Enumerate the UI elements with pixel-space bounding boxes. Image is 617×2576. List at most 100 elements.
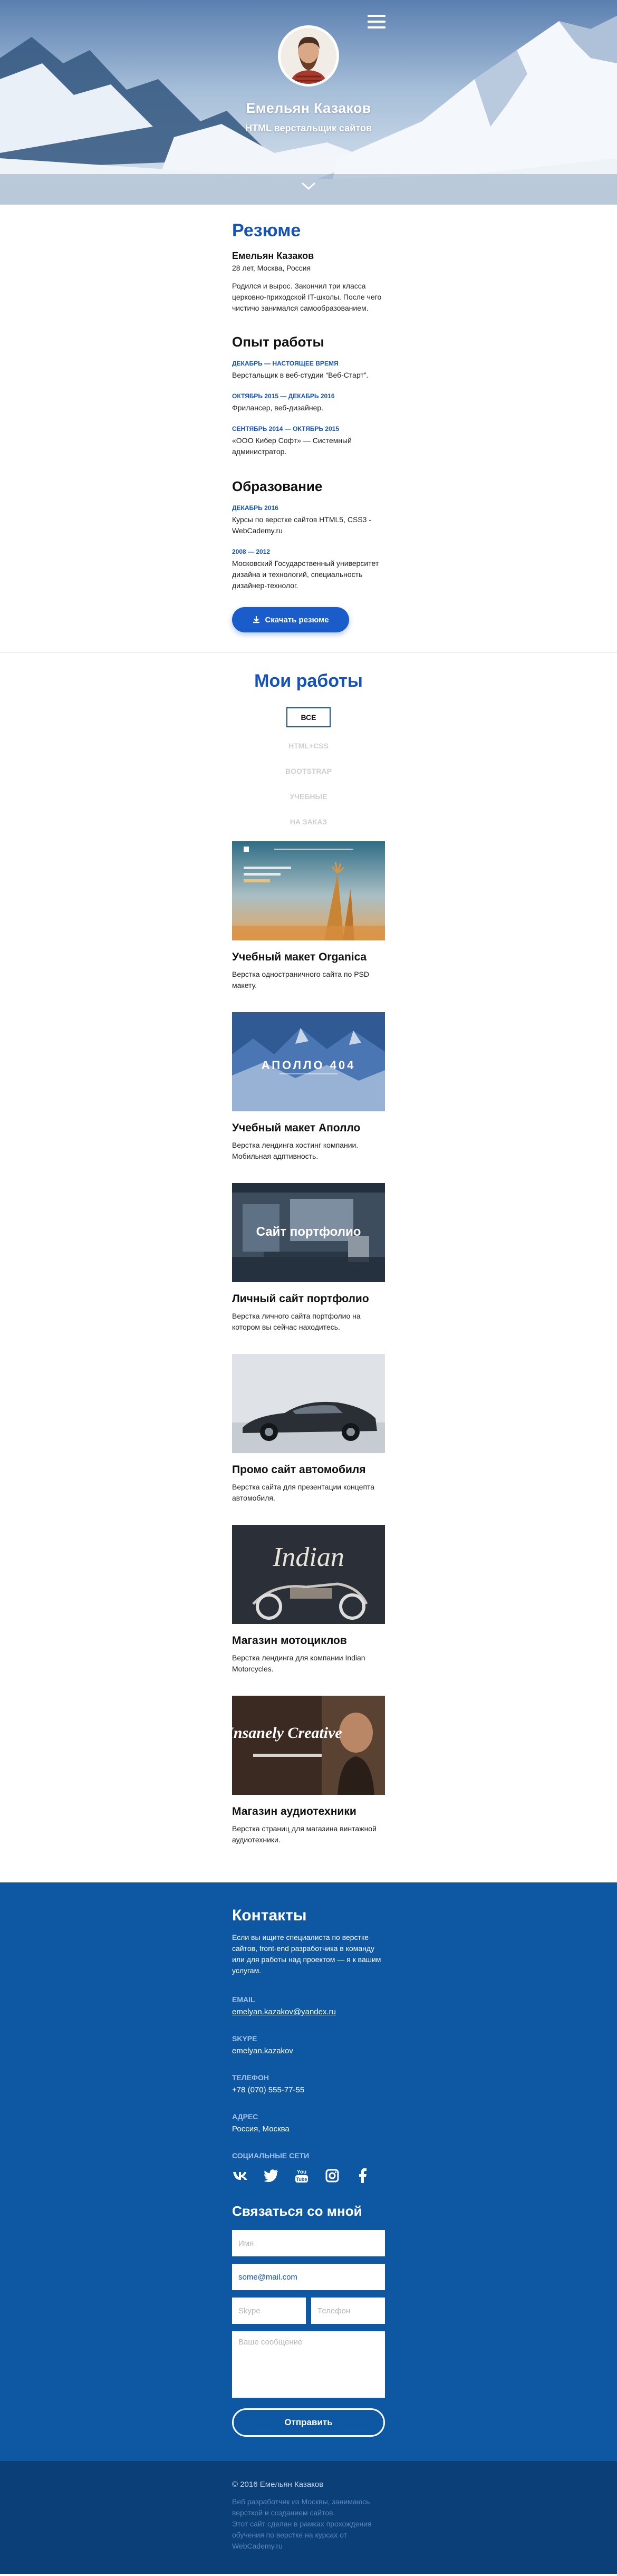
footer-line-2: Этот сайт сделан в рамках прохождения об…: [232, 2520, 372, 2539]
chevron-down-icon[interactable]: [301, 182, 316, 190]
portfolio-image-text: Сайт портфолио: [256, 1225, 361, 1239]
work-card: Insanely Creative Магазин аудиотехники В…: [232, 1696, 385, 1846]
education-date: ДЕКАБРЬ 2016: [232, 504, 278, 512]
work-card: Учебный макет Organica Верстка одностран…: [232, 841, 385, 991]
work-description: Верстка личного сайта портфолио на котор…: [232, 1312, 361, 1331]
hero-subtitle: HTML верстальщик сайтов: [245, 123, 372, 133]
experience-title: Опыт работы: [232, 334, 324, 350]
resume-title: Резюме: [232, 220, 301, 241]
download-resume-label: Скачать резюме: [265, 615, 329, 624]
work-card: Indian Магазин мотоциклов Верстка лендин…: [232, 1525, 385, 1675]
youtube-icon[interactable]: You Tube: [293, 2167, 310, 2184]
contact-form-title: Связаться со мной: [232, 2203, 362, 2219]
apollo-image-text: АПОЛЛО 404: [262, 1059, 356, 1072]
menu-icon[interactable]: [368, 15, 385, 28]
work-title: Учебный макет Organica: [232, 951, 367, 963]
avatar: [278, 25, 339, 86]
message-textarea[interactable]: [232, 2331, 385, 2398]
work-card: Промо сайт автомобиля Верстка сайта для …: [232, 1354, 385, 1504]
hero-name: Емельян Казаков: [246, 100, 371, 116]
education-text: Московский Государственный университет д…: [232, 559, 379, 590]
experience-item: ОКТЯБРЬ 2015 — ДЕКАБРЬ 2016 Фрилансер, в…: [232, 392, 385, 414]
indian-image-text: Indian: [272, 1542, 344, 1572]
experience-date: ОКТЯБРЬ 2015 — ДЕКАБРЬ 2016: [232, 392, 335, 400]
work-title: Учебный макет Аполло: [232, 1122, 361, 1134]
footer: © 2016 Емельян Казаков Веб разработчик и…: [0, 2461, 617, 2574]
work-title: Магазин аудиотехники: [232, 1805, 356, 1818]
email-input[interactable]: [232, 2264, 385, 2290]
social-label: СОЦИАЛЬНЫЕ СЕТИ: [232, 2151, 310, 2160]
works-title: Мои работы: [254, 671, 363, 691]
work-description: Верстка лендинга для компании Indian Mot…: [232, 1654, 365, 1673]
experience-item: ДЕКАБРЬ — НАСТОЯЩЕЕ ВРЕМЯ Верстальщик в …: [232, 360, 385, 381]
experience-text: «ООО Кибер Софт» — Системный администрат…: [232, 436, 352, 456]
facebook-icon[interactable]: [354, 2167, 371, 2184]
skype-input[interactable]: [232, 2298, 306, 2324]
twitter-icon[interactable]: [263, 2167, 279, 2184]
work-thumbnail-portfolio[interactable]: Сайт портфолио: [232, 1183, 385, 1282]
education-item: ДЕКАБРЬ 2016 Курсы по верстке сайтов HTM…: [232, 504, 385, 536]
filter-commissioned[interactable]: НА ЗАКАЗ: [269, 816, 348, 828]
audio-image-text: Insanely Creative: [232, 1724, 342, 1742]
experience-text: Верстальщик в веб-студии “Веб-Старт”.: [232, 371, 369, 379]
contacts-title: Контакты: [232, 1907, 307, 1924]
works-filters: ВСЕ HTML+CSS BOOTSTRAP УЧЕБНЫЕ НА ЗАКАЗ: [232, 707, 385, 828]
skype-label: SKYPE: [232, 2034, 257, 2043]
work-description: Верстка страниц для магазина винтажной а…: [232, 1824, 377, 1844]
filter-html-css[interactable]: HTML+CSS: [269, 740, 348, 752]
education-text: Курсы по верстке сайтов HTML5, CSS3 - We…: [232, 515, 371, 535]
skype-value: emelyan.kazakov: [232, 2046, 293, 2055]
contact-form: Отправить: [232, 2230, 385, 2437]
footer-info: Веб разработчик из Москвы, занимаюсь вер…: [232, 2496, 385, 2552]
experience-date: ДЕКАБРЬ — НАСТОЯЩЕЕ ВРЕМЯ: [232, 360, 339, 367]
social-links: You Tube: [232, 2167, 385, 2184]
phone-label: ТЕЛЕФОН: [232, 2073, 269, 2082]
work-description: Верстка лендинга хостинг компании. Мобил…: [232, 1141, 359, 1160]
experience-text: Фрилансер, веб-дизайнер.: [232, 403, 324, 412]
work-description: Верстка одностраничного сайта по PSD мак…: [232, 970, 369, 989]
education-title: Образование: [232, 478, 323, 494]
download-icon: [253, 616, 260, 623]
work-title: Личный сайт портфолио: [232, 1293, 369, 1305]
filter-training[interactable]: УЧЕБНЫЕ: [269, 791, 348, 802]
phone-input[interactable]: [311, 2298, 385, 2324]
experience-date: СЕНТЯБРЬ 2014 — ОКТЯБРЬ 2015: [232, 425, 340, 432]
work-thumbnail-apollo[interactable]: АПОЛЛО 404: [232, 1012, 385, 1111]
email-label: EMAIL: [232, 1995, 255, 2004]
work-card: Сайт портфолио Личный сайт портфолио Вер…: [232, 1183, 385, 1333]
work-title: Магазин мотоциклов: [232, 1635, 347, 1647]
address-label: АДРЕС: [232, 2112, 258, 2121]
contacts-section: Контакты Если вы ищите специалиста по ве…: [0, 1882, 617, 2461]
resume-section: Резюме Емельян Казаков 28 лет, Москва, Р…: [0, 205, 617, 652]
download-resume-button[interactable]: Скачать резюме: [232, 607, 349, 632]
education-block: Образование ДЕКАБРЬ 2016 Курсы по верстк…: [232, 478, 385, 591]
experience-block: Опыт работы ДЕКАБРЬ — НАСТОЯЩЕЕ ВРЕМЯ Ве…: [232, 334, 385, 457]
resume-meta: 28 лет, Москва, Россия: [232, 264, 311, 272]
experience-item: СЕНТЯБРЬ 2014 — ОКТЯБРЬ 2015 «ООО Кибер …: [232, 425, 385, 457]
hero-section: Емельян Казаков HTML верстальщик сайтов: [0, 0, 617, 205]
work-card: АПОЛЛО 404 Учебный макет Аполло Верстка …: [232, 1012, 385, 1162]
work-thumbnail-organica[interactable]: [232, 841, 385, 940]
footer-webcademy-link[interactable]: WebCademy.ru: [232, 2542, 283, 2550]
work-thumbnail-audio[interactable]: Insanely Creative: [232, 1696, 385, 1795]
phone-value: +78 (070) 555-77-55: [232, 2085, 305, 2094]
footer-line-1: Веб разработчик из Москвы, занимаюсь вер…: [232, 2497, 370, 2517]
contacts-intro: Если вы ищите специалиста по верстке сай…: [232, 1933, 381, 1975]
education-item: 2008 — 2012 Московский Государственный у…: [232, 548, 385, 591]
svg-text:Tube: Tube: [296, 2177, 307, 2182]
submit-button[interactable]: Отправить: [232, 2408, 385, 2437]
vk-icon[interactable]: [232, 2167, 249, 2184]
work-thumbnail-car[interactable]: [232, 1354, 385, 1453]
work-title: Промо сайт автомобиля: [232, 1464, 366, 1476]
work-thumbnail-indian[interactable]: Indian: [232, 1525, 385, 1624]
name-input[interactable]: [232, 2230, 385, 2256]
work-description: Верстка сайта для презентации концепта а…: [232, 1483, 375, 1502]
instagram-icon[interactable]: [324, 2167, 341, 2184]
resume-person-name: Емельян Казаков: [232, 251, 314, 261]
filter-bootstrap[interactable]: BOOTSTRAP: [269, 765, 348, 777]
filter-all[interactable]: ВСЕ: [286, 707, 331, 727]
education-date: 2008 — 2012: [232, 548, 271, 555]
resume-about: Родился и вырос. Закончил три класса цер…: [232, 282, 382, 312]
email-link[interactable]: emelyan.kazakov@yandex.ru: [232, 2007, 336, 2016]
footer-copyright: © 2016 Емельян Казаков: [232, 2480, 324, 2489]
